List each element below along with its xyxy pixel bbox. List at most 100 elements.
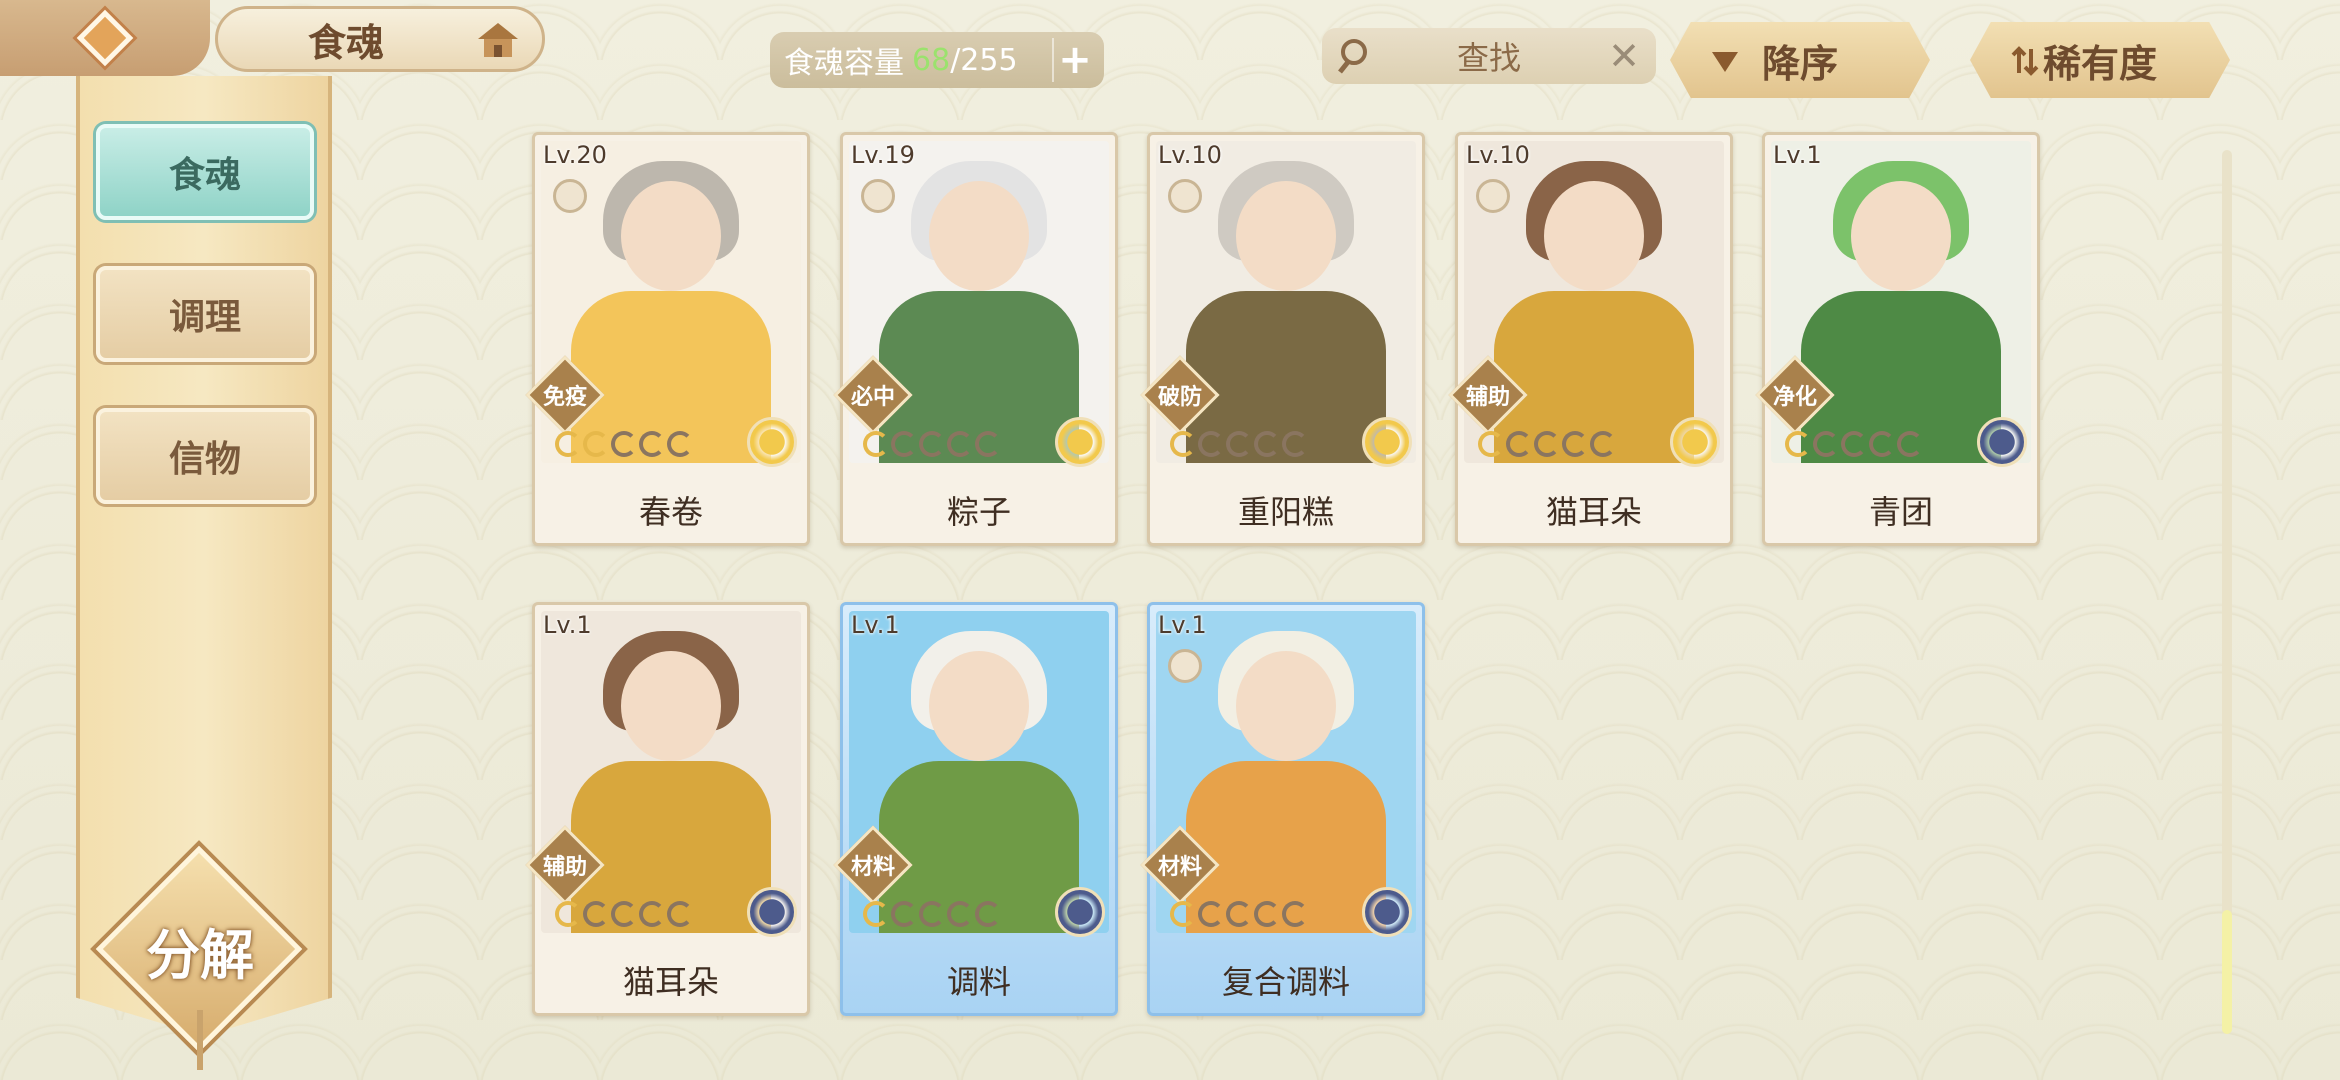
star-empty-icon	[1198, 901, 1224, 927]
food-soul-card[interactable]: Lv.1 材料 调料	[833, 602, 1118, 1016]
character-name: 重阳糕	[1237, 493, 1334, 531]
capacity-label: 食魂容量	[784, 46, 904, 81]
star-empty-icon	[1841, 431, 1867, 457]
triangle-down-icon	[1712, 52, 1738, 72]
star-empty-icon	[947, 431, 973, 457]
swap-arrows-icon	[2011, 46, 2039, 76]
level-label: Lv.1	[1158, 611, 1207, 639]
star-empty-icon	[1282, 901, 1308, 927]
food-soul-card[interactable]: Lv.19 必中 粽子	[833, 132, 1118, 546]
star-empty-icon	[919, 901, 945, 927]
level-label: Lv.19	[851, 141, 915, 169]
contract-badge-icon	[553, 179, 587, 213]
star-filled-icon	[555, 431, 581, 457]
gold-flower-icon	[1362, 417, 1412, 467]
back-button[interactable]	[0, 0, 210, 76]
tab-label: 食魂	[168, 154, 241, 196]
star-empty-icon	[611, 901, 637, 927]
sort-rarity-label: 稀有度	[2042, 40, 2157, 86]
star-empty-icon	[667, 901, 693, 927]
home-icon[interactable]	[476, 21, 520, 61]
star-empty-icon	[947, 901, 973, 927]
page-title-text: 食魂	[308, 19, 385, 65]
scrollbar-thumb[interactable]	[2222, 910, 2232, 1034]
tab-cultivate[interactable]: 调理	[96, 266, 314, 362]
food-soul-card[interactable]: Lv.10 辅助 猫耳朵	[1448, 132, 1733, 546]
star-empty-icon	[1813, 431, 1839, 457]
contract-badge-icon	[861, 179, 895, 213]
star-empty-icon	[919, 431, 945, 457]
search-icon	[1338, 39, 1367, 74]
character-face	[1851, 181, 1951, 291]
role-label: 必中	[850, 385, 895, 410]
star-empty-icon	[1590, 431, 1616, 457]
level-label: Lv.10	[1158, 141, 1222, 169]
star-rating	[555, 901, 693, 927]
role-label: 破防	[1157, 385, 1202, 410]
star-rating	[1170, 901, 1308, 927]
role-label: 免疫	[542, 385, 587, 410]
contract-badge-icon	[1168, 179, 1202, 213]
capacity-display: 食魂容量 68 /255 +	[770, 32, 1104, 88]
sort-order-button[interactable]: 降序	[1670, 22, 1930, 98]
star-rating	[1170, 431, 1308, 457]
star-rating	[555, 431, 693, 457]
decompose-label[interactable]: 分解	[120, 900, 280, 1000]
star-empty-icon	[1897, 431, 1923, 457]
blue-flower-icon	[1362, 887, 1412, 937]
character-name: 粽子	[946, 493, 1011, 531]
food-soul-card[interactable]: Lv.10 破防 重阳糕	[1140, 132, 1425, 546]
search-input[interactable]: 查找 ✕	[1322, 28, 1656, 84]
character-name: 猫耳朵	[1545, 493, 1642, 531]
star-empty-icon	[891, 431, 917, 457]
back-arrow-icon	[76, 9, 134, 67]
food-soul-card[interactable]: Lv.20 免疫 春卷	[525, 132, 810, 546]
sort-order-label: 降序	[1761, 40, 1838, 86]
scrollbar-track[interactable]	[2222, 150, 2232, 1034]
star-empty-icon	[1254, 431, 1280, 457]
blue-flower-icon	[1977, 417, 2027, 467]
character-name: 复合调料	[1221, 963, 1350, 1001]
character-face	[621, 651, 721, 761]
level-label: Lv.10	[1466, 141, 1530, 169]
star-empty-icon	[1254, 901, 1280, 927]
search-placeholder: 查找	[1456, 39, 1521, 77]
star-filled-icon	[863, 901, 889, 927]
star-empty-icon	[1198, 431, 1224, 457]
star-empty-icon	[611, 431, 637, 457]
tab-label: 调理	[168, 296, 241, 338]
tab-food-soul[interactable]: 食魂	[96, 124, 314, 220]
sort-rarity-button[interactable]: 稀有度	[1970, 22, 2230, 98]
character-name: 猫耳朵	[622, 963, 719, 1001]
role-label: 净化	[1772, 385, 1817, 410]
star-filled-icon	[1478, 431, 1504, 457]
star-empty-icon	[1562, 431, 1588, 457]
star-empty-icon	[975, 901, 1001, 927]
clear-search-icon[interactable]: ✕	[1608, 34, 1640, 78]
capacity-add-button[interactable]: +	[1052, 37, 1096, 83]
tab-token[interactable]: 信物	[96, 408, 314, 504]
star-empty-icon	[639, 431, 665, 457]
character-face	[1544, 181, 1644, 291]
tab-label: 信物	[168, 438, 241, 480]
star-empty-icon	[1534, 431, 1560, 457]
star-rating	[863, 431, 1001, 457]
level-label: Lv.1	[1773, 141, 1822, 169]
gold-flower-icon	[1055, 417, 1105, 467]
character-face	[1236, 181, 1336, 291]
blue-flower-icon	[1055, 887, 1105, 937]
character-face	[929, 181, 1029, 291]
character-face	[1236, 651, 1336, 761]
character-name: 调料	[946, 963, 1011, 1001]
level-label: Lv.1	[851, 611, 900, 639]
star-filled-icon	[1785, 431, 1811, 457]
food-soul-card[interactable]: Lv.1 净化 青团	[1755, 132, 2040, 546]
food-soul-card[interactable]: Lv.1 辅助 猫耳朵	[525, 602, 810, 1016]
star-empty-icon	[891, 901, 917, 927]
star-empty-icon	[1226, 431, 1252, 457]
star-empty-icon	[639, 901, 665, 927]
food-soul-card[interactable]: Lv.1 材料 复合调料	[1140, 602, 1425, 1016]
role-label: 辅助	[1465, 385, 1510, 410]
character-name: 青团	[1868, 493, 1933, 531]
contract-badge-icon	[1168, 649, 1202, 683]
